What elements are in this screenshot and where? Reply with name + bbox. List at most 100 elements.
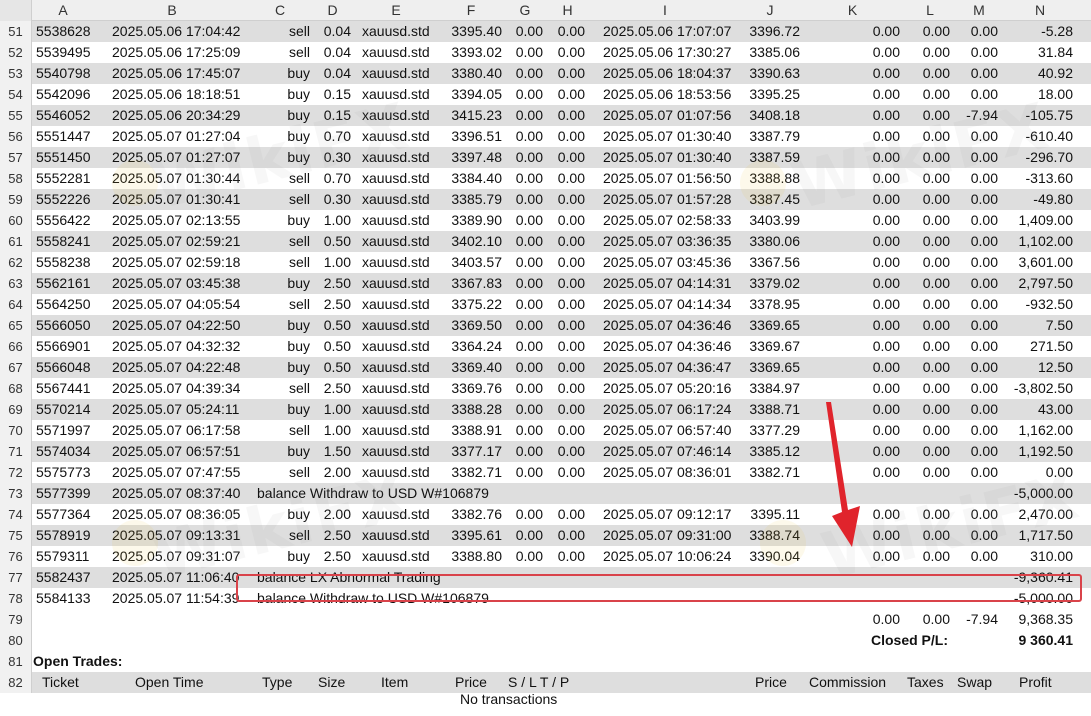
close-time-cell[interactable]: 2025.05.06 17:30:27 [603,42,739,63]
item-cell[interactable]: xauusd.std [362,168,438,189]
size-cell[interactable]: 0.50 [310,231,351,252]
open-price-cell[interactable]: 3382.71 [440,462,502,483]
row-number[interactable]: 62 [0,252,32,273]
commission-cell[interactable]: 0.00 [800,189,900,210]
swap-cell[interactable]: 0.00 [955,504,998,525]
sl-cell[interactable]: 0.00 [505,378,543,399]
item-cell[interactable]: xauusd.std [362,42,438,63]
row-number[interactable]: 82 [0,672,32,693]
table-row[interactable]: 62 5558238 2025.05.07 02:59:18 sell 1.00 xauu… [0,252,1091,273]
open-price-cell[interactable]: 3367.83 [440,273,502,294]
type-cell[interactable]: buy [250,336,310,357]
taxes-cell[interactable]: 0.00 [905,378,950,399]
tp-cell[interactable]: 0.00 [545,105,585,126]
col-header-l[interactable]: L [905,0,955,21]
swap-cell[interactable]: 0.00 [955,294,998,315]
ticket-cell[interactable]: 5566901 [36,336,94,357]
ticket-cell[interactable]: 5577399 [36,483,94,504]
sl-cell[interactable]: 0.00 [505,504,543,525]
row-number[interactable]: 77 [0,567,32,588]
table-row[interactable]: 53 5540798 2025.05.06 17:45:07 buy 0.04 xauus… [0,63,1091,84]
type-cell[interactable]: sell [250,252,310,273]
open-price-cell[interactable]: 3415.23 [440,105,502,126]
open-price-cell[interactable]: 3395.40 [440,21,502,42]
open-header-swap[interactable]: Swap [957,672,1002,693]
ticket-cell[interactable]: 5582437 [36,567,94,588]
row-number[interactable]: 65 [0,315,32,336]
open-time-cell[interactable]: 2025.05.06 20:34:29 [112,105,248,126]
close-price-cell[interactable]: 3369.65 [740,357,800,378]
size-cell[interactable]: 0.15 [310,105,351,126]
tp-cell[interactable]: 0.00 [545,336,585,357]
type-cell[interactable]: buy [250,504,310,525]
close-price-cell[interactable]: 3387.59 [740,147,800,168]
table-row[interactable]: 81 Open Trades: [0,651,1091,672]
open-time-cell[interactable]: 2025.05.07 01:27:04 [112,126,248,147]
swap-cell[interactable]: 0.00 [955,63,998,84]
table-row[interactable]: 64 5564250 2025.05.07 04:05:54 sell 2.50 xauu… [0,294,1091,315]
open-time-cell[interactable]: 2025.05.06 18:18:51 [112,84,248,105]
sl-cell[interactable]: 0.00 [505,168,543,189]
open-time-cell[interactable]: 2025.05.07 07:47:55 [112,462,248,483]
sl-cell[interactable]: 0.00 [505,21,543,42]
item-cell[interactable]: xauusd.std [362,189,438,210]
close-time-cell[interactable]: 2025.05.07 04:36:46 [603,315,739,336]
balance-note-cell[interactable]: balance Withdraw to USD W#106879 [257,588,677,609]
table-row[interactable]: 58 5552281 2025.05.07 01:30:44 sell 0.70 xauu… [0,168,1091,189]
profit-cell[interactable]: 43.00 [1003,399,1073,420]
commission-cell[interactable]: 0.00 [800,294,900,315]
swap-cell[interactable]: 0.00 [955,336,998,357]
open-header-size[interactable]: Size [318,672,358,693]
type-cell[interactable]: buy [250,105,310,126]
item-cell[interactable]: xauusd.std [362,273,438,294]
item-cell[interactable]: xauusd.std [362,399,438,420]
size-cell[interactable]: 2.50 [310,546,351,567]
type-cell[interactable]: sell [250,462,310,483]
open-time-cell[interactable]: 2025.05.07 06:57:51 [112,441,248,462]
size-cell[interactable]: 0.70 [310,168,351,189]
swap-cell[interactable]: 0.00 [955,147,998,168]
col-header-e[interactable]: E [355,0,437,21]
taxes-cell[interactable]: 0.00 [905,420,950,441]
size-cell[interactable]: 0.04 [310,63,351,84]
open-price-cell[interactable]: 3396.51 [440,126,502,147]
item-cell[interactable]: xauusd.std [362,525,438,546]
close-time-cell[interactable]: 2025.05.07 06:57:40 [603,420,739,441]
type-cell[interactable]: buy [250,63,310,84]
profit-cell[interactable]: -49.80 [1003,189,1073,210]
size-cell[interactable]: 0.70 [310,126,351,147]
col-header-f[interactable]: F [437,0,505,21]
swap-cell[interactable]: 0.00 [955,378,998,399]
close-time-cell[interactable]: 2025.05.07 04:14:31 [603,273,739,294]
tp-cell[interactable]: 0.00 [545,357,585,378]
close-price-cell[interactable]: 3384.97 [740,378,800,399]
taxes-cell[interactable]: 0.00 [905,546,950,567]
type-cell[interactable]: buy [250,546,310,567]
row-number[interactable]: 80 [0,630,32,651]
row-number[interactable]: 71 [0,441,32,462]
close-price-cell[interactable]: 3387.45 [740,189,800,210]
ticket-cell[interactable]: 5552281 [36,168,94,189]
tp-cell[interactable]: 0.00 [545,504,585,525]
ticket-cell[interactable]: 5570214 [36,399,94,420]
type-cell[interactable]: buy [250,147,310,168]
open-time-cell[interactable]: 2025.05.07 01:30:44 [112,168,248,189]
item-cell[interactable]: xauusd.std [362,21,438,42]
taxes-cell[interactable]: 0.00 [905,336,950,357]
profit-cell[interactable]: 2,470.00 [1003,504,1074,525]
taxes-cell[interactable]: 0.00 [905,504,950,525]
tp-cell[interactable]: 0.00 [545,252,585,273]
col-header-c[interactable]: C [250,0,310,21]
close-price-cell[interactable]: 3395.11 [740,504,800,525]
row-number[interactable]: 63 [0,273,32,294]
sl-cell[interactable]: 0.00 [505,231,543,252]
close-price-cell[interactable]: 3396.72 [740,21,800,42]
ticket-cell[interactable]: 5546052 [36,105,94,126]
tp-cell[interactable]: 0.00 [545,441,585,462]
open-time-cell[interactable]: 2025.05.07 06:17:58 [112,420,248,441]
close-time-cell[interactable]: 2025.05.07 01:30:40 [603,126,739,147]
col-header-m[interactable]: M [955,0,1003,21]
profit-cell[interactable]: 18.00 [1003,84,1073,105]
open-time-cell[interactable]: 2025.05.07 02:13:55 [112,210,248,231]
ticket-cell[interactable]: 5571997 [36,420,94,441]
